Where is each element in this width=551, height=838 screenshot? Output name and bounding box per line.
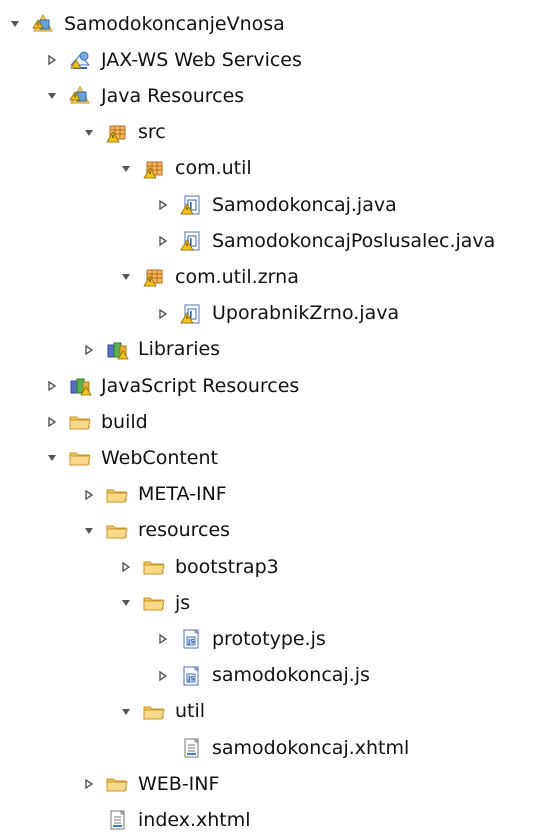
tree-item-jax-ws-web-services[interactable]: JAX-WS Web Services — [41, 42, 302, 78]
collapse-arrow-icon[interactable] — [78, 773, 100, 795]
tree-item-meta-inf[interactable]: META-INF — [78, 477, 227, 513]
tree-item-src[interactable]: src — [78, 115, 166, 151]
tree-item-label: util — [175, 700, 206, 723]
tree-toggle-spacer — [78, 809, 100, 831]
svg-text:JS: JS — [187, 639, 195, 646]
tree-item-samodokoncaj-java[interactable]: J Samodokoncaj.java — [152, 187, 397, 223]
tree-item-label: build — [101, 410, 148, 433]
tree-item-label: prototype.js — [212, 627, 326, 650]
collapse-arrow-icon[interactable] — [41, 375, 63, 397]
collapse-arrow-icon[interactable] — [115, 556, 137, 578]
tree-item-label: Libraries — [138, 338, 221, 361]
folder-icon — [104, 482, 130, 508]
tree-item-label: JavaScript Resources — [101, 374, 300, 397]
web-project-icon — [30, 11, 56, 37]
tree-item-com-util-zrna[interactable]: com.util.zrna — [115, 259, 299, 295]
tree-item-javascript-resources[interactable]: JavaScript Resources — [41, 368, 299, 404]
expand-arrow-icon[interactable] — [4, 13, 26, 35]
expand-arrow-icon[interactable] — [41, 85, 63, 107]
tree-item-label: SamodokoncajPoslusalec.java — [212, 229, 496, 252]
svg-text:JS: JS — [187, 675, 195, 682]
tree-item-web-inf[interactable]: WEB-INF — [78, 766, 219, 802]
folder-icon — [141, 699, 167, 725]
tree-item-label: bootstrap3 — [175, 555, 279, 578]
tree-item-label: WebContent — [101, 446, 218, 469]
tree-item-label: META-INF — [138, 483, 227, 506]
xhtml-file-icon — [178, 735, 204, 761]
tree-item-label: SamodokoncanjeVnosa — [64, 12, 285, 35]
expand-arrow-icon[interactable] — [78, 520, 100, 542]
collapse-arrow-icon[interactable] — [41, 411, 63, 433]
folder-icon — [104, 771, 130, 797]
folder-icon — [141, 554, 167, 580]
tree-item-uporabnikzrno-java[interactable]: J UporabnikZrno.java — [152, 296, 399, 332]
tree-item-samodokoncanjevnosa[interactable]: SamodokoncanjeVnosa — [4, 6, 285, 42]
collapse-arrow-icon[interactable] — [152, 628, 174, 650]
js-file-icon: JS — [178, 663, 204, 689]
expand-arrow-icon[interactable] — [115, 158, 137, 180]
collapse-arrow-icon[interactable] — [78, 339, 100, 361]
xhtml-file-icon — [104, 807, 130, 833]
tree-item-label: samodokoncaj.js — [212, 664, 370, 687]
folder-icon — [67, 445, 93, 471]
tree-item-label: js — [175, 591, 191, 614]
tree-item-label: com.util — [175, 157, 252, 180]
tree-item-webcontent[interactable]: WebContent — [41, 440, 218, 476]
libraries-icon — [67, 373, 93, 399]
java-file-icon: J — [178, 192, 204, 218]
tree-item-util[interactable]: util — [115, 694, 205, 730]
tree-item-index-xhtml[interactable]: index.xhtml — [78, 802, 251, 838]
collapse-arrow-icon[interactable] — [78, 484, 100, 506]
folder-icon — [141, 590, 167, 616]
collapse-arrow-icon[interactable] — [41, 49, 63, 71]
tree-item-label: UporabnikZrno.java — [212, 302, 400, 325]
java-file-icon: J — [178, 301, 204, 327]
tree-toggle-spacer — [152, 737, 174, 759]
tree-item-prototype-js[interactable]: JS prototype.js — [152, 621, 326, 657]
collapse-arrow-icon[interactable] — [152, 303, 174, 325]
java-file-icon: J — [178, 228, 204, 254]
tree-item-label: Samodokoncaj.java — [212, 193, 397, 216]
tree-item-label: JAX-WS Web Services — [101, 48, 302, 71]
package-icon — [141, 264, 167, 290]
expand-arrow-icon[interactable] — [115, 592, 137, 614]
tree-item-java-resources[interactable]: Java Resources — [41, 78, 244, 114]
tree-item-js[interactable]: js — [115, 585, 190, 621]
tree-item-build[interactable]: build — [41, 404, 148, 440]
package-icon — [141, 156, 167, 182]
folder-icon — [67, 409, 93, 435]
tree-item-samodokoncaj-js[interactable]: JS samodokoncaj.js — [152, 658, 370, 694]
tree-item-samodokoncaj-xhtml[interactable]: samodokoncaj.xhtml — [152, 730, 409, 766]
tree-item-label: src — [138, 121, 166, 144]
collapse-arrow-icon[interactable] — [152, 194, 174, 216]
tree-item-samodokoncajposlusalec-java[interactable]: J SamodokoncajPoslusalec.java — [152, 223, 495, 259]
tree-item-libraries[interactable]: Libraries — [78, 332, 220, 368]
tree-item-bootstrap3[interactable]: bootstrap3 — [115, 549, 279, 585]
expand-arrow-icon[interactable] — [78, 122, 100, 144]
web-services-icon — [67, 47, 93, 73]
collapse-arrow-icon[interactable] — [152, 665, 174, 687]
tree-item-label: index.xhtml — [138, 808, 251, 831]
tree-item-label: samodokoncaj.xhtml — [212, 736, 410, 759]
folder-icon — [104, 518, 130, 544]
tree-item-com-util[interactable]: com.util — [115, 151, 252, 187]
collapse-arrow-icon[interactable] — [152, 230, 174, 252]
tree-item-resources[interactable]: resources — [78, 513, 230, 549]
expand-arrow-icon[interactable] — [41, 447, 63, 469]
tree-item-label: resources — [138, 519, 231, 542]
js-file-icon: JS — [178, 626, 204, 652]
source-folder-icon — [104, 120, 130, 146]
expand-arrow-icon[interactable] — [115, 266, 137, 288]
java-resources-icon — [67, 83, 93, 109]
libraries-icon — [104, 337, 130, 363]
project-explorer-tree: SamodokoncanjeVnosa JAX-WS Web Services … — [0, 0, 551, 836]
tree-item-label: com.util.zrna — [175, 265, 299, 288]
expand-arrow-icon[interactable] — [115, 701, 137, 723]
tree-item-label: Java Resources — [101, 84, 245, 107]
tree-item-label: WEB-INF — [138, 772, 220, 795]
